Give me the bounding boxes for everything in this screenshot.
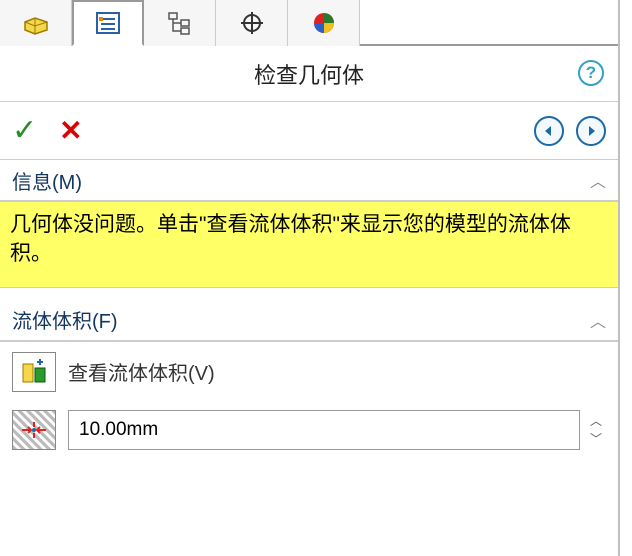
chevron-up-icon: ︿ [590, 168, 606, 192]
section-info-header[interactable]: 信息(M) ︿ [0, 160, 618, 202]
block-icon [21, 10, 51, 36]
action-row: ✓ ✕ [0, 102, 618, 160]
tab-target[interactable] [216, 0, 288, 46]
section-fluid-label: 流体体积(F) [12, 305, 118, 334]
nav-prev-button[interactable] [534, 116, 564, 146]
spinner: ︿ ﹀ [586, 412, 606, 448]
spinner-down[interactable]: ﹀ [586, 430, 606, 448]
arrow-left-icon [542, 124, 556, 138]
tab-feature[interactable] [0, 0, 72, 46]
resolution-value: 10.00mm [79, 419, 158, 441]
tab-property[interactable] [72, 0, 144, 46]
fluid-body: 查看流体体积(V) 10.00mm ︿ ﹀ [0, 342, 618, 478]
property-icon [93, 10, 123, 36]
info-message: 几何体没问题。单击"查看流体体积"来显示您的模型的流体体积。 [0, 202, 618, 288]
tab-tree[interactable] [144, 0, 216, 46]
help-icon: ? [586, 63, 596, 83]
nav-next-button[interactable] [576, 116, 606, 146]
value-row: 10.00mm ︿ ﹀ [12, 410, 606, 450]
view-fluid-button[interactable] [12, 352, 56, 392]
ok-button[interactable]: ✓ [12, 113, 37, 148]
page-title: 检查几何体 [254, 58, 364, 90]
spinner-up[interactable]: ︿ [586, 412, 606, 430]
section-fluid-header[interactable]: 流体体积(F) ︿ [0, 300, 618, 342]
arrow-right-icon [584, 124, 598, 138]
fluid-volume-icon [19, 358, 49, 386]
resolution-icon-box [12, 410, 56, 450]
view-fluid-label: 查看流体体积(V) [68, 357, 215, 386]
target-icon [237, 10, 267, 36]
tab-appearance[interactable] [288, 0, 360, 46]
resolution-input[interactable]: 10.00mm [68, 410, 580, 450]
section-info-label: 信息(M) [12, 166, 82, 195]
title-row: 检查几何体 ? [0, 46, 618, 102]
cancel-button[interactable]: ✕ [59, 114, 82, 147]
view-fluid-row: 查看流体体积(V) [12, 352, 606, 392]
tab-row [0, 0, 618, 46]
tree-icon [165, 10, 195, 36]
help-button[interactable]: ? [578, 60, 604, 86]
resolution-icon [19, 419, 49, 441]
chevron-up-icon: ︿ [590, 308, 606, 332]
pie-icon [310, 10, 338, 36]
